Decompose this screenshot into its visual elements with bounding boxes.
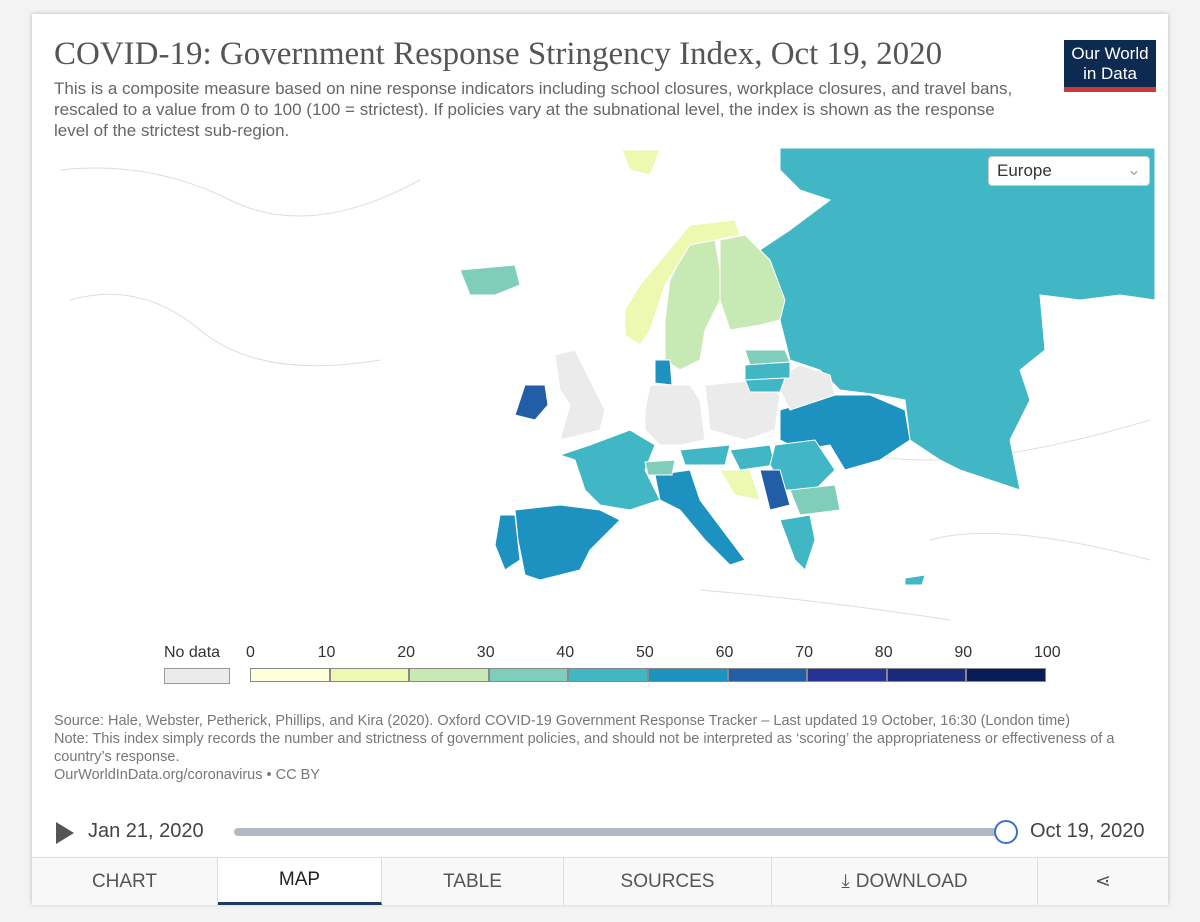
country-lithuania[interactable] bbox=[744, 377, 786, 393]
country-spain[interactable] bbox=[514, 504, 621, 581]
tab-download[interactable]: ⤓ DOWNLOAD bbox=[772, 858, 1038, 905]
play-icon[interactable] bbox=[56, 822, 74, 844]
country-greece[interactable] bbox=[779, 514, 816, 571]
legend-bin bbox=[727, 668, 808, 682]
tab-download-label: DOWNLOAD bbox=[855, 870, 968, 892]
country-austria[interactable] bbox=[679, 444, 731, 466]
legend-tick: 100 bbox=[1034, 644, 1061, 661]
download-icon: ⤓ bbox=[841, 870, 850, 892]
legend-tick: 10 bbox=[317, 644, 336, 661]
country-cyprus[interactable] bbox=[904, 574, 926, 586]
country-ireland[interactable] bbox=[514, 384, 549, 421]
legend-bin bbox=[488, 668, 569, 682]
tab-chart[interactable]: CHART bbox=[32, 858, 218, 905]
country-hungary[interactable] bbox=[729, 444, 776, 471]
chart-card: COVID-19: Government Response Stringency… bbox=[32, 14, 1168, 905]
legend-tick: 90 bbox=[954, 644, 973, 661]
tab-sources[interactable]: SOURCES bbox=[564, 858, 772, 905]
legend-tick: 30 bbox=[476, 644, 495, 661]
legend-tick: 40 bbox=[556, 644, 575, 661]
country-france[interactable] bbox=[558, 429, 661, 511]
country-latvia[interactable] bbox=[744, 361, 791, 381]
source-link[interactable]: OurWorldInData.org/coronavirus • CC BY bbox=[54, 766, 1134, 784]
legend-tick: 20 bbox=[397, 644, 415, 661]
legend-no-data-swatch bbox=[164, 668, 230, 684]
country-croatia[interactable] bbox=[719, 469, 761, 501]
country-svalbard[interactable] bbox=[621, 149, 661, 176]
tab-map[interactable]: MAP bbox=[218, 858, 382, 905]
share-button[interactable]: ⋖ bbox=[1038, 858, 1168, 905]
legend-tick: 60 bbox=[715, 644, 734, 661]
region-select[interactable]: Europe ⌄ bbox=[988, 156, 1150, 186]
source-notes: Source: Hale, Webster, Petherick, Philli… bbox=[54, 712, 1134, 784]
chevron-down-icon: ⌄ bbox=[1126, 160, 1141, 179]
legend-tick: 70 bbox=[795, 644, 813, 661]
legend-bin bbox=[568, 668, 648, 682]
country-switzerland[interactable] bbox=[644, 459, 676, 476]
legend-bin bbox=[409, 668, 489, 682]
legend-bin bbox=[648, 668, 728, 682]
legend-no-data-label: No data bbox=[164, 644, 221, 661]
country-united-kingdom[interactable] bbox=[554, 349, 606, 441]
country-denmark[interactable] bbox=[654, 359, 673, 386]
timeline-slider[interactable] bbox=[234, 828, 1004, 836]
timeline-handle[interactable] bbox=[994, 820, 1018, 844]
legend-bin bbox=[329, 668, 410, 682]
legend-tick: 80 bbox=[874, 644, 893, 661]
legend-tick: 0 bbox=[246, 644, 255, 661]
country-bulgaria[interactable] bbox=[789, 484, 841, 516]
note-text: Note: This index simply records the numb… bbox=[54, 731, 1115, 765]
country-iceland[interactable] bbox=[459, 264, 521, 296]
timeline-end: Oct 19, 2020 bbox=[1030, 820, 1145, 842]
legend-bin bbox=[886, 668, 967, 682]
legend-bin bbox=[250, 668, 330, 682]
share-icon: ⋖ bbox=[1095, 871, 1111, 892]
region-select-value: Europe bbox=[997, 161, 1052, 180]
legend-bin bbox=[966, 668, 1046, 682]
country-germany[interactable] bbox=[644, 384, 706, 446]
timeline-start: Jan 21, 2020 bbox=[88, 820, 204, 842]
tab-table[interactable]: TABLE bbox=[382, 858, 564, 905]
tab-bar: CHART MAP TABLE SOURCES ⤓ DOWNLOAD ⋖ bbox=[32, 857, 1168, 905]
legend-tick: 50 bbox=[636, 644, 654, 661]
source-text: Source: Hale, Webster, Petherick, Philli… bbox=[54, 713, 1071, 729]
legend-bin bbox=[807, 668, 887, 682]
country-portugal[interactable] bbox=[494, 514, 521, 571]
